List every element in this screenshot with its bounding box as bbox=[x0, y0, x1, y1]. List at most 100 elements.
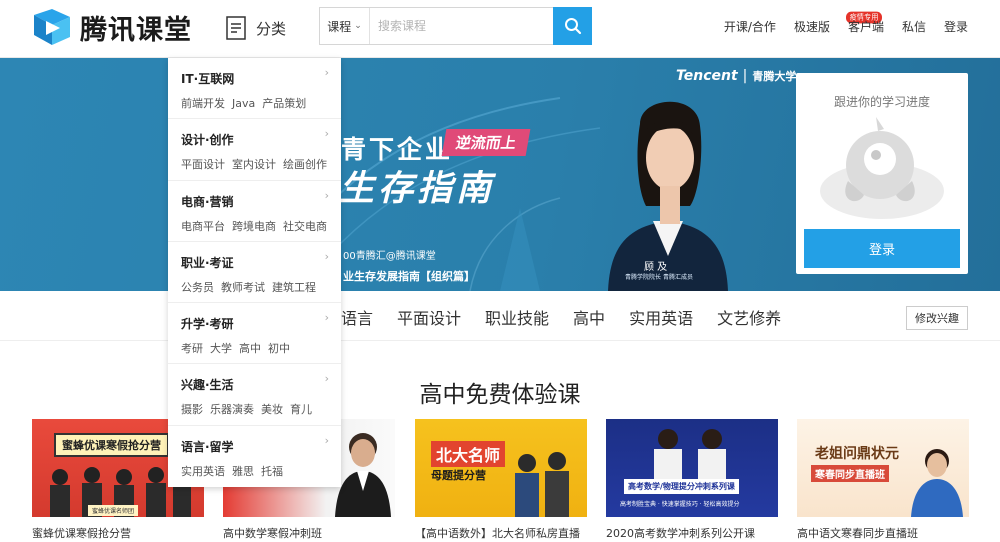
course-card[interactable]: 高考数学/物理提分冲刺系列课 高考制胜宝典 · 快速掌握技巧 · 轻松高效提分 … bbox=[606, 419, 778, 540]
nav-lite-version[interactable]: 极速版 疫情专用 bbox=[793, 11, 882, 35]
learning-progress-card: 跟进你的学习进度 登录 bbox=[796, 73, 968, 274]
dropdown-item[interactable]: Java bbox=[232, 97, 255, 110]
subject-tab-graphic-design[interactable]: 平面设计 bbox=[397, 305, 461, 329]
dropdown-item[interactable]: 实用英语 bbox=[181, 465, 225, 478]
course-card[interactable]: 北大名师 母题提分营 【高中语数外】北大名师私房直播 bbox=[415, 419, 587, 540]
dropdown-group-ecommerce[interactable]: 电商·营销 电商平台 跨境电商 社交电商 › bbox=[168, 181, 341, 242]
dropdown-group-title[interactable]: 电商·营销 bbox=[181, 193, 341, 210]
top-nav: 开课/合作 极速版 疫情专用 客户端 私信 登录 bbox=[706, 11, 968, 35]
nav-login[interactable]: 登录 bbox=[944, 18, 968, 35]
dropdown-group-language[interactable]: 语言·留学 实用英语 雅思 托福 › bbox=[168, 426, 341, 487]
nav-open-course[interactable]: 开课/合作 bbox=[724, 18, 776, 35]
progress-prompt: 跟进你的学习进度 bbox=[833, 95, 930, 109]
dropdown-item[interactable]: 社交电商 bbox=[283, 220, 327, 233]
subject-tab-high-school[interactable]: 高中 bbox=[573, 305, 605, 329]
login-button[interactable]: 登录 bbox=[804, 229, 960, 268]
thumb-subtitle: 蜜蜂优课名师团 bbox=[88, 505, 139, 516]
speaker-photo bbox=[608, 101, 728, 291]
dropdown-item[interactable]: 建筑工程 bbox=[272, 281, 316, 294]
course-thumbnail: 老姐问鼎状元 寒春同步直播班 bbox=[797, 419, 969, 517]
dropdown-item[interactable]: 乐器演奏 bbox=[210, 403, 254, 416]
dropdown-item[interactable]: 美妆 bbox=[261, 403, 283, 416]
course-thumbnail: 高考数学/物理提分冲刺系列课 高考制胜宝典 · 快速掌握技巧 · 轻松高效提分 bbox=[606, 419, 778, 517]
dropdown-item[interactable]: 考研 bbox=[181, 342, 203, 355]
section-title: 高中免费体验课 bbox=[419, 382, 581, 408]
nav-lite-label: 极速版 bbox=[793, 20, 830, 34]
subject-tab-language[interactable]: 语言 bbox=[341, 305, 373, 329]
subject-tab-practical-english[interactable]: 实用英语 bbox=[629, 305, 693, 329]
dropdown-item[interactable]: 高中 bbox=[239, 342, 261, 355]
course-title: 高中数学寒假冲刺班 bbox=[223, 527, 322, 540]
nav-messages[interactable]: 私信 bbox=[902, 18, 926, 35]
course-title: 【高中语数外】北大名师私房直播 bbox=[415, 527, 580, 540]
dropdown-group-title[interactable]: 兴趣·生活 bbox=[181, 376, 341, 393]
chevron-right-icon: › bbox=[324, 433, 329, 447]
dropdown-item[interactable]: 前端开发 bbox=[181, 97, 225, 110]
nav-client[interactable]: 客户端 bbox=[848, 18, 884, 35]
course-thumbnail: 北大名师 母题提分营 bbox=[415, 419, 587, 517]
dropdown-item[interactable]: 教师考试 bbox=[221, 281, 265, 294]
chevron-right-icon: › bbox=[324, 127, 329, 141]
search-input[interactable] bbox=[370, 8, 553, 44]
subject-list: 语言 平面设计 职业技能 高中 实用英语 文艺修养 bbox=[341, 305, 805, 329]
chevron-right-icon: › bbox=[324, 372, 329, 386]
dropdown-group-title[interactable]: 设计·创作 bbox=[181, 131, 341, 148]
logo[interactable]: 腾讯课堂 bbox=[30, 6, 192, 48]
category-menu[interactable]: 分类 bbox=[226, 14, 286, 42]
thumb-headline: 蜜蜂优课寒假抢分营 bbox=[54, 433, 169, 457]
dropdown-group-title[interactable]: 语言·留学 bbox=[181, 438, 341, 455]
course-title: 蜜蜂优课寒假抢分营 bbox=[32, 527, 131, 540]
dropdown-item[interactable]: 摄影 bbox=[181, 403, 203, 416]
dropdown-group-career[interactable]: 职业·考证 公务员 教师考试 建筑工程 › bbox=[168, 242, 341, 304]
logo-text: 腾讯课堂 bbox=[80, 14, 192, 46]
dropdown-item[interactable]: 大学 bbox=[210, 342, 232, 355]
dropdown-group-it[interactable]: IT·互联网 前端开发 Java 产品策划 › bbox=[168, 58, 341, 120]
search-button[interactable] bbox=[553, 7, 592, 45]
teachers-photo bbox=[515, 452, 569, 517]
thumb-subtitle: 高考制胜宝典 · 快速掌握技巧 · 轻松高效提分 bbox=[620, 501, 740, 508]
thumb-subtitle: 母题提分营 bbox=[431, 469, 486, 482]
dropdown-item[interactable]: 跨境电商 bbox=[232, 220, 276, 233]
tencent-brand-text: Tencent bbox=[676, 68, 738, 84]
banner-tag: 逆流而上 bbox=[441, 129, 531, 156]
dropdown-item[interactable]: 绘画创作 bbox=[283, 158, 327, 171]
thumb-headline: 北大名师 bbox=[431, 441, 506, 467]
dropdown-group-education[interactable]: 升学·考研 考研 大学 高中 初中 › bbox=[168, 303, 341, 365]
chevron-right-icon: › bbox=[324, 66, 329, 79]
dropdown-item[interactable]: 育儿 bbox=[290, 403, 312, 416]
dropdown-group-design[interactable]: 设计·创作 平面设计 室内设计 绘画创作 › bbox=[168, 119, 341, 181]
banner-title-text: 生存指南 bbox=[339, 169, 496, 209]
dropdown-item[interactable]: 产品策划 bbox=[262, 97, 306, 110]
dropdown-group-hobby[interactable]: 兴趣·生活 摄影 乐器演奏 美妆 育儿 › bbox=[168, 364, 341, 426]
dropdown-group-title[interactable]: 升学·考研 bbox=[181, 315, 341, 332]
dropdown-item[interactable]: 雅思 bbox=[232, 465, 254, 478]
logo-icon bbox=[34, 9, 70, 45]
dropdown-item[interactable]: 初中 bbox=[268, 342, 290, 355]
speaker-title: 青腾学院院长 青腾汇成员 bbox=[625, 274, 693, 281]
dropdown-group-title[interactable]: IT·互联网 bbox=[181, 70, 341, 87]
search-type-label: 课程 bbox=[327, 19, 352, 34]
banner-subtitle-1: 00青腾汇@腾讯课堂 bbox=[343, 251, 436, 262]
course-card[interactable]: 老姐问鼎状元 寒春同步直播班 高中语文寒春同步直播班 bbox=[797, 419, 969, 540]
dropdown-item[interactable]: 电商平台 bbox=[181, 220, 225, 233]
tencent-brand: Tencent | 青腾大学 bbox=[676, 68, 797, 84]
category-dropdown: IT·互联网 前端开发 Java 产品策划 › 设计·创作 平面设计 室内设计 绘画创作… bbox=[168, 58, 341, 487]
dropdown-group-title[interactable]: 职业·考证 bbox=[181, 254, 341, 271]
modify-interests-button[interactable]: 修改兴趣 bbox=[906, 306, 968, 330]
teachers-photo bbox=[654, 429, 726, 479]
subject-tab-job-skills[interactable]: 职业技能 bbox=[485, 305, 549, 329]
search-icon bbox=[564, 18, 581, 35]
chevron-right-icon: › bbox=[324, 311, 329, 325]
dropdown-item[interactable]: 室内设计 bbox=[232, 158, 276, 171]
speaker-name: 顾 及 bbox=[644, 262, 668, 273]
dropdown-item[interactable]: 托福 bbox=[261, 465, 283, 478]
search-type-select[interactable]: 课程 ⌄ bbox=[320, 8, 370, 44]
dropdown-item[interactable]: 公务员 bbox=[181, 281, 214, 294]
dropdown-item[interactable]: 平面设计 bbox=[181, 158, 225, 171]
category-label: 分类 bbox=[256, 19, 287, 38]
chevron-down-icon: ⌄ bbox=[354, 21, 362, 31]
search-bar: 课程 ⌄ bbox=[319, 7, 592, 45]
subject-tab-arts[interactable]: 文艺修养 bbox=[717, 305, 781, 329]
category-list-icon bbox=[226, 16, 246, 40]
chevron-right-icon: › bbox=[324, 188, 329, 202]
